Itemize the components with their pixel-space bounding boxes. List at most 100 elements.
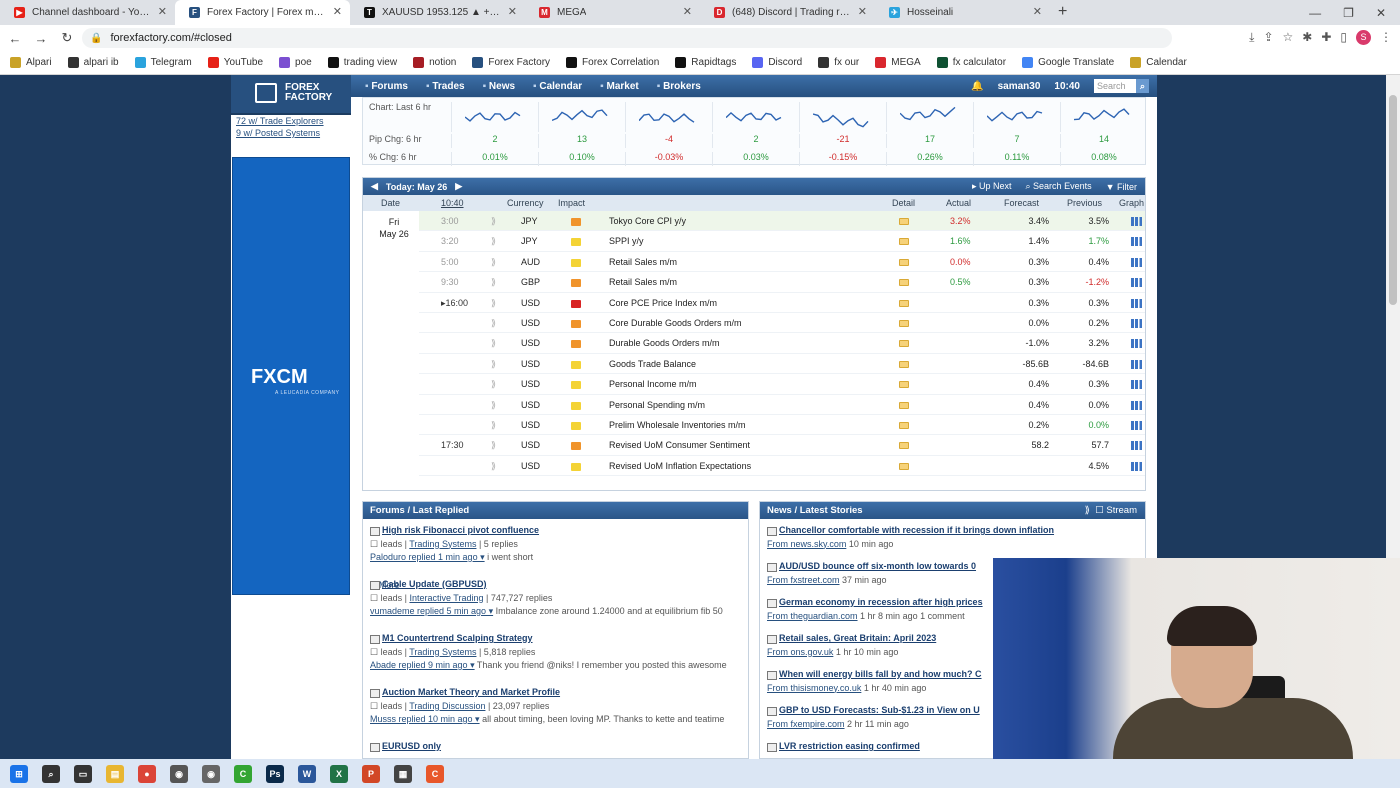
forum-reply-author[interactable]: Abade replied 9 min ago ▾ bbox=[370, 660, 475, 670]
forum-thread-title[interactable]: Auction Market Theory and Market Profile bbox=[370, 686, 742, 700]
taskbar-chrome-icon[interactable]: ● bbox=[138, 764, 156, 783]
detail-folder-icon[interactable] bbox=[899, 381, 909, 389]
graph-icon[interactable] bbox=[1131, 380, 1142, 390]
taskbar-recorder-icon[interactable]: C bbox=[426, 764, 444, 783]
share-icon[interactable]: ⇪ bbox=[1263, 30, 1273, 45]
forum-item[interactable]: Auction Market Theory and Market Profile… bbox=[363, 681, 748, 735]
bookmark-item[interactable]: notion bbox=[413, 57, 456, 68]
taskbar-search-icon[interactable]: ⌕ bbox=[42, 764, 60, 783]
forum-item[interactable]: M1 Countertrend Scalping Strategy ☐ leads… bbox=[363, 627, 748, 681]
back-icon[interactable]: ← bbox=[4, 31, 26, 46]
url-input[interactable]: 🔒 forexfactory.com/#closed bbox=[82, 28, 1172, 48]
search-events-button[interactable]: ⌕ Search Events bbox=[1026, 181, 1092, 192]
calendar-row[interactable]: ⟫ USD Goods Trade Balance -85.6B -84.6B bbox=[419, 354, 1145, 375]
sparkline-cell[interactable] bbox=[538, 102, 625, 132]
graph-icon[interactable] bbox=[1131, 257, 1142, 267]
next-day-icon[interactable]: ▶ bbox=[455, 181, 462, 192]
close-icon[interactable]: ✕ bbox=[1376, 6, 1386, 20]
calendar-row[interactable]: ⟫ USD Personal Spending m/m 0.4% 0.0% bbox=[419, 395, 1145, 415]
calendar-row[interactable]: ⟫ USD Core Durable Goods Orders m/m 0.0% 0.2… bbox=[419, 313, 1145, 334]
bookmark-item[interactable]: Forex Correlation bbox=[566, 57, 659, 68]
profile-avatar[interactable]: S bbox=[1356, 30, 1371, 45]
taskbar-calculator-icon[interactable]: ▦ bbox=[394, 764, 412, 783]
puzzle-icon[interactable]: ✚ bbox=[1321, 30, 1331, 45]
calendar-row[interactable]: ⟫ USD Personal Income m/m 0.4% 0.3% bbox=[419, 374, 1145, 395]
forum-reply-author[interactable]: Paloduro replied 1 min ago ▾ bbox=[370, 552, 485, 562]
graph-icon[interactable] bbox=[1131, 318, 1142, 328]
graph-icon[interactable] bbox=[1131, 278, 1142, 288]
taskbar-task-view-icon[interactable]: ▭ bbox=[74, 764, 92, 783]
calendar-row[interactable]: ▸16:00 ⟫ USD Core PCE Price Index m/m 0.3% 0.… bbox=[419, 293, 1145, 313]
graph-icon[interactable] bbox=[1131, 237, 1142, 247]
detail-folder-icon[interactable] bbox=[899, 421, 909, 429]
scrollbar-thumb[interactable] bbox=[1389, 95, 1397, 305]
news-source-link[interactable]: From thisismoney.co.uk bbox=[767, 683, 861, 693]
tab-close-icon[interactable]: ✕ bbox=[158, 5, 167, 18]
taskbar-camtasia-icon[interactable]: C bbox=[234, 764, 252, 783]
detail-folder-icon[interactable] bbox=[899, 279, 909, 287]
filter-button[interactable]: ▼ Filter bbox=[1106, 182, 1137, 192]
reload-icon[interactable]: ↻ bbox=[56, 30, 78, 46]
sparkline-cell[interactable] bbox=[886, 102, 973, 132]
nav-market[interactable]: Market bbox=[600, 81, 638, 92]
forum-category-link[interactable]: Trading Systems bbox=[409, 647, 476, 657]
browser-tab[interactable]: M MEGA ✕ bbox=[525, 0, 700, 25]
sparkline-cell[interactable] bbox=[1060, 102, 1147, 132]
sparkline-cell[interactable] bbox=[451, 102, 538, 132]
calendar-row[interactable]: ⟫ USD Durable Goods Orders m/m -1.0% 3.2% bbox=[419, 333, 1145, 354]
calendar-row[interactable]: 9:30 ⟫ GBP Retail Sales m/m 0.5% 0.3% -1.2% bbox=[419, 272, 1145, 293]
forward-icon[interactable]: → bbox=[30, 31, 52, 46]
forum-reply-author[interactable]: Musss replied 10 min ago ▾ bbox=[370, 714, 480, 724]
calendar-row[interactable]: 3:00 ⟫ JPY Tokyo Core CPI y/y 3.2% 3.4% 3.5% bbox=[419, 211, 1145, 232]
forum-item[interactable]: EURUSD only bbox=[363, 735, 748, 759]
taskbar-photoshop-icon[interactable]: Ps bbox=[266, 764, 284, 783]
detail-folder-icon[interactable] bbox=[899, 360, 909, 368]
fxcm-ad-banner[interactable]: FXCM A LEUCADIA COMPANY bbox=[232, 157, 350, 595]
new-tab-icon[interactable]: + bbox=[1058, 0, 1067, 25]
news-source-link[interactable]: From fxempire.com bbox=[767, 719, 845, 729]
forum-reply-author[interactable]: vumademe replied 5 min ago ▾ bbox=[370, 606, 493, 616]
detail-folder-icon[interactable] bbox=[899, 442, 909, 450]
news-source-link[interactable]: From ons.gov.uk bbox=[767, 647, 833, 657]
calendar-row[interactable]: 5:00 ⟫ AUD Retail Sales m/m 0.0% 0.3% 0.4% bbox=[419, 252, 1145, 273]
bookmark-item[interactable]: Rapidtags bbox=[675, 57, 736, 68]
calendar-row[interactable]: ⟫ USD Prelim Wholesale Inventories m/m 0.2%… bbox=[419, 415, 1145, 436]
tab-close-icon[interactable]: ✕ bbox=[508, 5, 517, 18]
site-search-input[interactable]: Search bbox=[1094, 79, 1136, 93]
bookmark-item[interactable]: Telegram bbox=[134, 57, 192, 68]
forexfactory-logo[interactable]: FOREX FACTORY bbox=[231, 75, 351, 115]
taskbar-app-a-icon[interactable]: ◉ bbox=[170, 764, 188, 783]
calendar-row[interactable]: 17:30 ⟫ USD Revised UoM Consumer Sentiment 5… bbox=[419, 435, 1145, 456]
forum-category-link[interactable]: Trading Systems bbox=[409, 539, 476, 549]
nav-news[interactable]: News bbox=[483, 81, 515, 92]
prev-day-icon[interactable]: ◀ bbox=[371, 181, 378, 192]
browser-tab[interactable]: ✈ Hosseinali ✕ bbox=[875, 0, 1050, 25]
taskbar-windows-start-icon[interactable]: ⊞ bbox=[10, 764, 28, 783]
detail-folder-icon[interactable] bbox=[899, 340, 909, 348]
news-source-link[interactable]: From theguardian.com bbox=[767, 611, 858, 621]
bookmark-item[interactable]: poe bbox=[279, 57, 312, 68]
detail-folder-icon[interactable] bbox=[899, 299, 909, 307]
news-item[interactable]: Chancellor comfortable with recession if… bbox=[760, 519, 1145, 555]
nav-trades[interactable]: Trades bbox=[426, 81, 464, 92]
browser-tab[interactable]: F Forex Factory | Forex markets for ✕ bbox=[175, 0, 350, 25]
browser-tab[interactable]: T XAUUSD 1953.125 ▲ +0.65% sa ✕ bbox=[350, 0, 525, 25]
tab-close-icon[interactable]: ✕ bbox=[683, 5, 692, 18]
detail-folder-icon[interactable] bbox=[899, 462, 909, 470]
detail-folder-icon[interactable] bbox=[899, 319, 909, 327]
detail-folder-icon[interactable] bbox=[899, 401, 909, 409]
forum-category-link[interactable]: Trading Discussion bbox=[409, 701, 485, 711]
sparkline-cell[interactable] bbox=[973, 102, 1060, 132]
sparkline-cell[interactable] bbox=[799, 102, 886, 132]
browser-tab[interactable]: D (648) Discord | Trading room 2 | ✕ bbox=[700, 0, 875, 25]
bookmark-item[interactable]: Forex Factory bbox=[472, 57, 550, 68]
side-link-posted-systems[interactable]: 9 w/ Posted Systems bbox=[236, 127, 351, 139]
tab-close-icon[interactable]: ✕ bbox=[1033, 5, 1042, 18]
bookmark-item[interactable]: MEGA bbox=[875, 57, 921, 68]
graph-icon[interactable] bbox=[1131, 420, 1142, 430]
clock-time[interactable]: 10:40 bbox=[1054, 81, 1080, 92]
minimize-icon[interactable]: — bbox=[1309, 6, 1321, 20]
sparkline-cell[interactable] bbox=[625, 102, 712, 132]
extension-icon[interactable]: ✱ bbox=[1302, 30, 1312, 45]
forum-item[interactable]: Cable Update (GBPUSD) ☐ leads | Interacti… bbox=[363, 573, 748, 627]
